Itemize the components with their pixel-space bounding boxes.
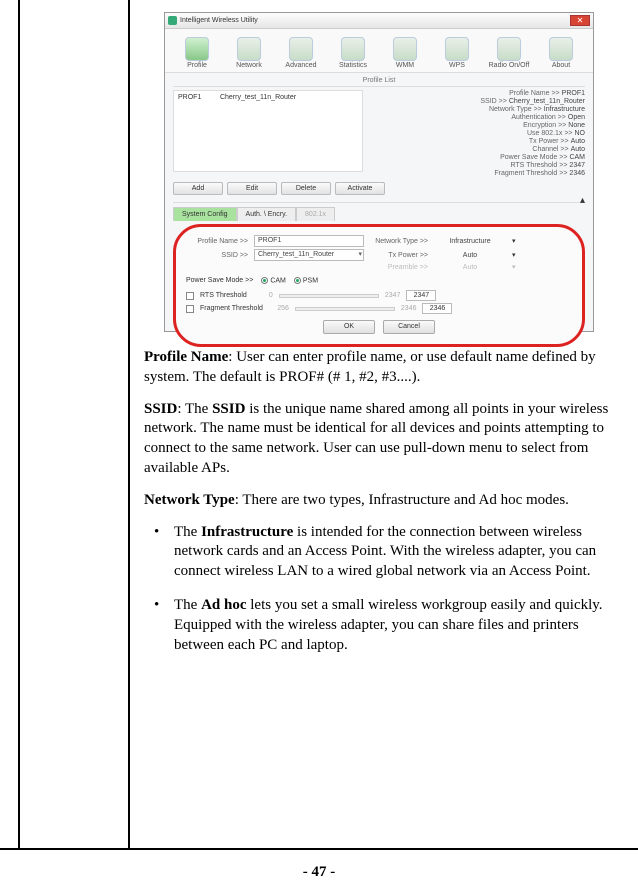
add-button[interactable]: Add xyxy=(173,182,223,195)
subtab-auth-encry[interactable]: Auth. \ Encry. xyxy=(237,207,297,221)
tab-wmm[interactable]: WMM xyxy=(379,37,431,72)
app-window: Intelligent Wireless Utility ✕ Profile N… xyxy=(164,12,594,332)
fragment-label: Fragment Threshold xyxy=(200,305,263,312)
cam-radio[interactable] xyxy=(261,277,268,284)
titlebar: Intelligent Wireless Utility ✕ xyxy=(165,13,593,29)
profile-name-input[interactable]: PROF1 xyxy=(254,235,364,247)
delete-button[interactable]: Delete xyxy=(281,182,331,195)
chevron-down-icon: ▾ xyxy=(512,263,522,271)
txpower-dropdown[interactable]: Auto xyxy=(434,252,506,259)
power-save-label: Power Save Mode >> xyxy=(186,277,253,284)
rts-checkbox[interactable] xyxy=(186,292,194,300)
app-icon xyxy=(168,16,177,25)
document-text: Profile Name: User can enter profile nam… xyxy=(144,348,614,655)
paragraph-profile-name: Profile Name: User can enter profile nam… xyxy=(144,348,614,388)
highlighted-form-area: Profile Name >> PROF1 Network Type >> In… xyxy=(173,224,585,347)
profile-entry-name: PROF1 xyxy=(178,94,218,101)
activate-button[interactable]: Activate xyxy=(335,182,385,195)
profile-name-label: Profile Name >> xyxy=(186,238,248,245)
cancel-button[interactable]: Cancel xyxy=(383,320,435,334)
list-item-adhoc: The Ad hoc lets you set a small wireless… xyxy=(144,596,614,655)
app-title: Intelligent Wireless Utility xyxy=(180,17,258,24)
ssid-dropdown[interactable]: Cherry_test_11n_Router xyxy=(254,249,364,261)
chevron-down-icon[interactable]: ▾ xyxy=(512,251,522,259)
psm-radio[interactable] xyxy=(294,277,301,284)
tab-radio[interactable]: Radio On/Off xyxy=(483,37,535,72)
rts-value-input[interactable]: 2347 xyxy=(406,290,436,301)
preamble-label: Preamble >> xyxy=(370,264,428,271)
tab-profile[interactable]: Profile xyxy=(171,37,223,72)
tab-statistics[interactable]: Statistics xyxy=(327,37,379,72)
ssid-label: SSID >> xyxy=(186,252,248,259)
subtab-system-config[interactable]: System Config xyxy=(173,207,237,221)
rts-slider[interactable] xyxy=(279,294,379,298)
fragment-value-input[interactable]: 2346 xyxy=(422,303,452,314)
close-icon[interactable]: ✕ xyxy=(570,15,590,26)
page-body: Intelligent Wireless Utility ✕ Profile N… xyxy=(0,0,638,850)
rts-label: RTS Threshold xyxy=(200,292,247,299)
profile-info: Profile Name >>PROF1 SSID >>Cherry_test_… xyxy=(367,90,585,178)
preamble-dropdown: Auto xyxy=(434,264,506,271)
ok-button[interactable]: OK xyxy=(323,320,375,334)
chevron-down-icon[interactable]: ▾ xyxy=(512,237,522,245)
tab-about[interactable]: About xyxy=(535,37,587,72)
subtab-8021x[interactable]: 802.1x xyxy=(296,207,335,221)
tab-network[interactable]: Network xyxy=(223,37,275,72)
list-item-infrastructure: The Infrastructure is intended for the c… xyxy=(144,523,614,582)
right-column: Intelligent Wireless Utility ✕ Profile N… xyxy=(130,0,620,848)
profile-entry-ssid: Cherry_test_11n_Router xyxy=(220,94,296,101)
profile-list[interactable]: PROF1 Cherry_test_11n_Router xyxy=(173,90,363,172)
fragment-checkbox[interactable] xyxy=(186,305,194,313)
paragraph-ssid: SSID: The SSID is the unique name shared… xyxy=(144,400,614,479)
fragment-slider[interactable] xyxy=(295,307,395,311)
tab-wps[interactable]: WPS xyxy=(431,37,483,72)
network-type-label: Network Type >> xyxy=(370,238,428,245)
paragraph-network-type: Network Type: There are two types, Infra… xyxy=(144,491,614,511)
network-type-dropdown[interactable]: Infrastructure xyxy=(434,238,506,245)
collapse-arrow-icon[interactable]: ▴ xyxy=(580,195,585,206)
left-column xyxy=(18,0,130,848)
edit-button[interactable]: Edit xyxy=(227,182,277,195)
page-number: - 47 - xyxy=(0,850,638,881)
main-tabs: Profile Network Advanced Statistics WMM … xyxy=(165,29,593,73)
profile-list-heading: Profile List xyxy=(173,77,585,84)
txpower-label: Tx Power >> xyxy=(370,252,428,259)
tab-advanced[interactable]: Advanced xyxy=(275,37,327,72)
